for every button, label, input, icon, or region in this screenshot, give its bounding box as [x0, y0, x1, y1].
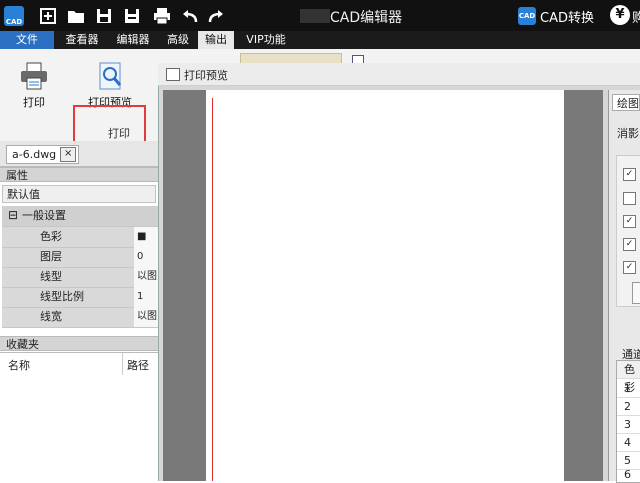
file-tab[interactable]: a-6.dwg × — [6, 145, 80, 164]
dialog-title: 打印预览 — [184, 69, 228, 82]
ribbon-output: 打印 打印预览 打印 — [0, 49, 158, 169]
table-row[interactable]: 2 — [617, 398, 640, 416]
window-icon — [166, 68, 180, 81]
properties-header: 属性 — [0, 167, 158, 182]
save-as-icon[interactable] — [122, 6, 142, 26]
app-title: CAD编辑器 — [330, 10, 403, 26]
property-value[interactable]: 0 — [134, 247, 158, 267]
table-row[interactable]: 6 — [617, 470, 640, 480]
yen-icon[interactable]: ¥ — [610, 5, 630, 25]
property-grid: ⊟ 一般设置 色彩 ■ 图层 0 线型 以图 线型比例 1 线宽 以图 — [2, 206, 158, 328]
table-row[interactable]: 4 — [617, 434, 640, 452]
open-folder-icon[interactable] — [66, 6, 86, 26]
column-name[interactable]: 名称 — [8, 357, 30, 373]
menu-advanced[interactable]: 高级 — [160, 31, 196, 49]
property-row[interactable]: 线型比例 1 — [2, 287, 158, 308]
table-row[interactable]: 1 — [617, 380, 640, 398]
property-row[interactable]: 色彩 ■ — [2, 227, 158, 248]
options-button[interactable] — [632, 282, 640, 304]
menu-editor[interactable]: 编辑器 — [110, 31, 156, 49]
title-bar: CAD CAD编辑器 CAD CAD转换 ¥ 购 — [0, 0, 640, 31]
table-row[interactable]: 3 — [617, 416, 640, 434]
file-tabs: a-6.dwg × — [0, 141, 158, 167]
close-icon[interactable]: × — [60, 147, 77, 162]
option-checkbox[interactable]: ✓ — [623, 168, 636, 181]
property-row[interactable]: 线宽 以图 — [2, 307, 158, 328]
option-checkbox[interactable]: ✓ — [623, 238, 636, 251]
property-value[interactable]: ■ — [134, 227, 158, 247]
property-row[interactable]: 线型 以图 — [2, 267, 158, 288]
file-tab-label: a-6.dwg — [12, 148, 57, 161]
column-divider — [122, 353, 123, 375]
cad-convert-label: CAD转换 — [540, 10, 594, 26]
ribbon-background — [158, 49, 640, 63]
property-row[interactable]: 图层 0 — [2, 247, 158, 268]
menu-bar: 文件 查看器 编辑器 高级 输出 VIP功能 — [0, 31, 640, 49]
printer-icon — [21, 62, 47, 90]
table-row[interactable]: 5 — [617, 452, 640, 470]
favorites-list[interactable]: 名称 路径 — [0, 352, 158, 482]
general-settings-label: 一般设置 — [22, 209, 66, 222]
print-button[interactable]: 打印 — [12, 61, 56, 110]
menu-file[interactable]: 文件 — [0, 31, 54, 49]
paper-margin-line — [212, 98, 213, 481]
collapse-icon[interactable]: ⊟ — [8, 209, 18, 222]
property-value[interactable]: 以图 — [134, 307, 158, 327]
dialog-title-bar: 打印预览 — [158, 63, 640, 86]
menu-viewer[interactable]: 查看器 — [58, 31, 106, 49]
preview-paper — [206, 90, 564, 481]
ribbon-group-label: 打印 — [108, 127, 130, 140]
app-logo-icon: CAD — [4, 6, 24, 26]
save-icon[interactable] — [94, 6, 114, 26]
title-prefix-redacted — [300, 9, 330, 23]
option-checkbox[interactable]: ✓ — [623, 261, 636, 274]
column-path[interactable]: 路径 — [127, 357, 149, 373]
new-file-icon[interactable] — [38, 6, 58, 26]
hidden-line-label: 消影 — [617, 127, 639, 140]
print-preview-icon — [99, 62, 122, 90]
purchase-label[interactable]: 购 — [632, 7, 640, 26]
option-checkbox[interactable]: ✓ — [623, 215, 636, 228]
menu-vip[interactable]: VIP功能 — [238, 31, 294, 49]
undo-icon[interactable] — [180, 6, 200, 26]
menu-output[interactable]: 输出 — [198, 31, 234, 49]
print-icon[interactable] — [152, 6, 172, 26]
table-header: 色彩 — [617, 361, 640, 394]
color-table[interactable]: 色彩 1 2 3 4 5 6 — [616, 360, 640, 483]
favorites-header: 收藏夹 — [0, 336, 158, 351]
print-label: 打印 — [23, 96, 45, 109]
general-settings-row[interactable]: ⊟ 一般设置 — [2, 206, 158, 227]
default-value-dropdown[interactable]: 默认值 — [2, 185, 156, 203]
cad-convert-icon: CAD — [518, 7, 536, 25]
option-checkbox[interactable] — [623, 192, 636, 205]
print-preview-button[interactable]: 打印预览 — [80, 61, 140, 110]
property-value[interactable]: 1 — [134, 287, 158, 307]
tab-draw[interactable]: 绘图 — [612, 94, 640, 111]
cad-convert-button[interactable]: CAD CAD转换 — [518, 6, 594, 26]
property-value[interactable]: 以图 — [134, 267, 158, 287]
redo-icon[interactable] — [206, 6, 226, 26]
